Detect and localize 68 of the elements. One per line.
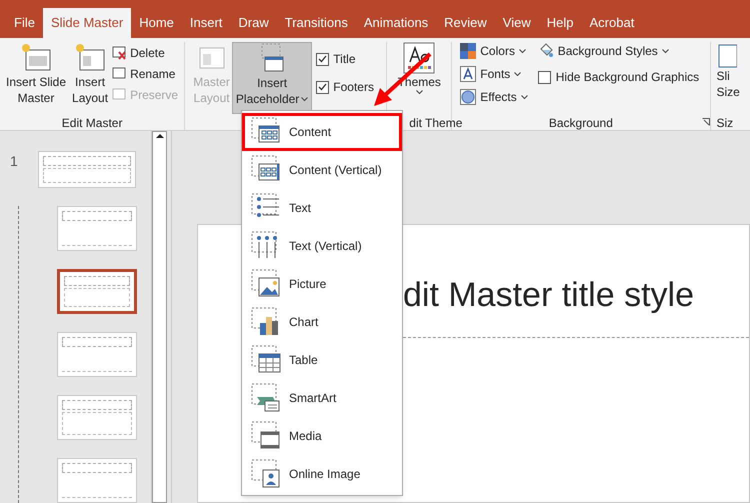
caret-icon xyxy=(301,96,308,102)
ribbon-tab[interactable]: Draw xyxy=(230,8,277,38)
ribbon-tab[interactable]: Insert xyxy=(182,8,230,38)
slide-thumbnail[interactable] xyxy=(56,395,137,440)
picture-placeholder-icon xyxy=(251,269,281,299)
checkbox-label: Title xyxy=(333,51,356,68)
caret-icon xyxy=(520,94,528,100)
slide-icon xyxy=(112,67,128,81)
ribbon-tab[interactable]: File xyxy=(6,8,43,38)
slide-thumbnail[interactable] xyxy=(56,332,137,377)
caret-icon xyxy=(518,48,526,54)
group-label: Background xyxy=(548,115,614,130)
ribbon-tab[interactable]: Help xyxy=(538,8,582,38)
menu-item[interactable]: Table xyxy=(242,341,402,379)
group-label: dit Theme xyxy=(408,115,462,130)
slide-size-button[interactable]: Sli Size xyxy=(716,42,750,114)
background-styles-button[interactable]: Background Styles xyxy=(538,42,700,60)
caret-icon xyxy=(416,90,423,95)
online-image-placeholder-icon xyxy=(251,459,281,489)
menu-item[interactable]: Content (Vertical) xyxy=(242,151,402,189)
menu-item[interactable]: Online Image xyxy=(242,455,402,493)
ribbon-tab[interactable]: Transitions xyxy=(276,8,356,38)
checkbox-label: Hide Background Graphics xyxy=(556,69,700,86)
smartart-placeholder-icon xyxy=(251,383,281,413)
caret-icon xyxy=(662,48,669,54)
effects-circle-icon xyxy=(460,89,476,105)
table-placeholder-icon xyxy=(251,345,281,375)
ribbon-tab[interactable]: Acrobat xyxy=(582,8,642,38)
menu-item[interactable]: Picture xyxy=(242,265,402,303)
checkbox-label: Footers xyxy=(333,79,374,96)
font-letter-icon xyxy=(460,66,476,82)
scrollbar[interactable] xyxy=(152,131,167,503)
ribbon-tab[interactable]: Home xyxy=(131,8,182,38)
media-placeholder-icon xyxy=(251,421,281,451)
menu-item[interactable]: SmartArt xyxy=(242,379,402,417)
caret-icon xyxy=(514,72,522,76)
menu-item[interactable]: Content xyxy=(242,113,402,151)
slide-thumbnail[interactable] xyxy=(56,206,137,251)
checkbox[interactable] xyxy=(538,70,551,84)
slide-number: 1 xyxy=(10,152,18,171)
slide-icon xyxy=(112,46,128,60)
group-label: Siz xyxy=(716,115,734,130)
ribbon-small-button[interactable]: Rename xyxy=(112,65,178,83)
ribbon-tab[interactable]: Slide Master xyxy=(42,8,132,38)
slide-thumbnail[interactable] xyxy=(56,269,137,314)
slide-thumbnail[interactable] xyxy=(56,458,137,503)
menu-item[interactable]: Text (Vertical) xyxy=(242,227,402,265)
ribbon-tab[interactable]: Animations xyxy=(356,8,436,38)
paint-bucket-icon xyxy=(538,43,554,59)
ribbon-tab[interactable]: Review xyxy=(436,8,495,38)
slide-thumbnail[interactable] xyxy=(38,151,136,188)
color-swatch-icon xyxy=(460,43,476,59)
ribbon-dropdown-button[interactable]: Effects xyxy=(460,88,528,106)
ribbon-dropdown-button[interactable]: Colors xyxy=(460,42,528,60)
chart-placeholder-icon xyxy=(251,307,281,337)
slide-title: dit Master title style xyxy=(403,276,694,314)
dialog-launcher-icon xyxy=(702,118,710,126)
ribbon-dropdown-button[interactable]: Fonts xyxy=(460,65,528,83)
menu-item[interactable]: Text xyxy=(242,189,402,227)
menu-item[interactable]: Media xyxy=(242,417,402,455)
slide-size-icon xyxy=(716,42,736,68)
slide-icon xyxy=(112,88,128,102)
ribbon-tab[interactable]: View xyxy=(494,8,539,38)
menu-item[interactable]: Chart xyxy=(242,303,402,341)
insert-slide-master-button[interactable]: Insert Slide Master xyxy=(4,42,68,114)
group-label: Edit Master xyxy=(60,115,124,130)
insert-layout-button[interactable]: Insert Layout xyxy=(70,42,110,114)
ribbon-small-button[interactable]: Delete xyxy=(112,44,178,62)
